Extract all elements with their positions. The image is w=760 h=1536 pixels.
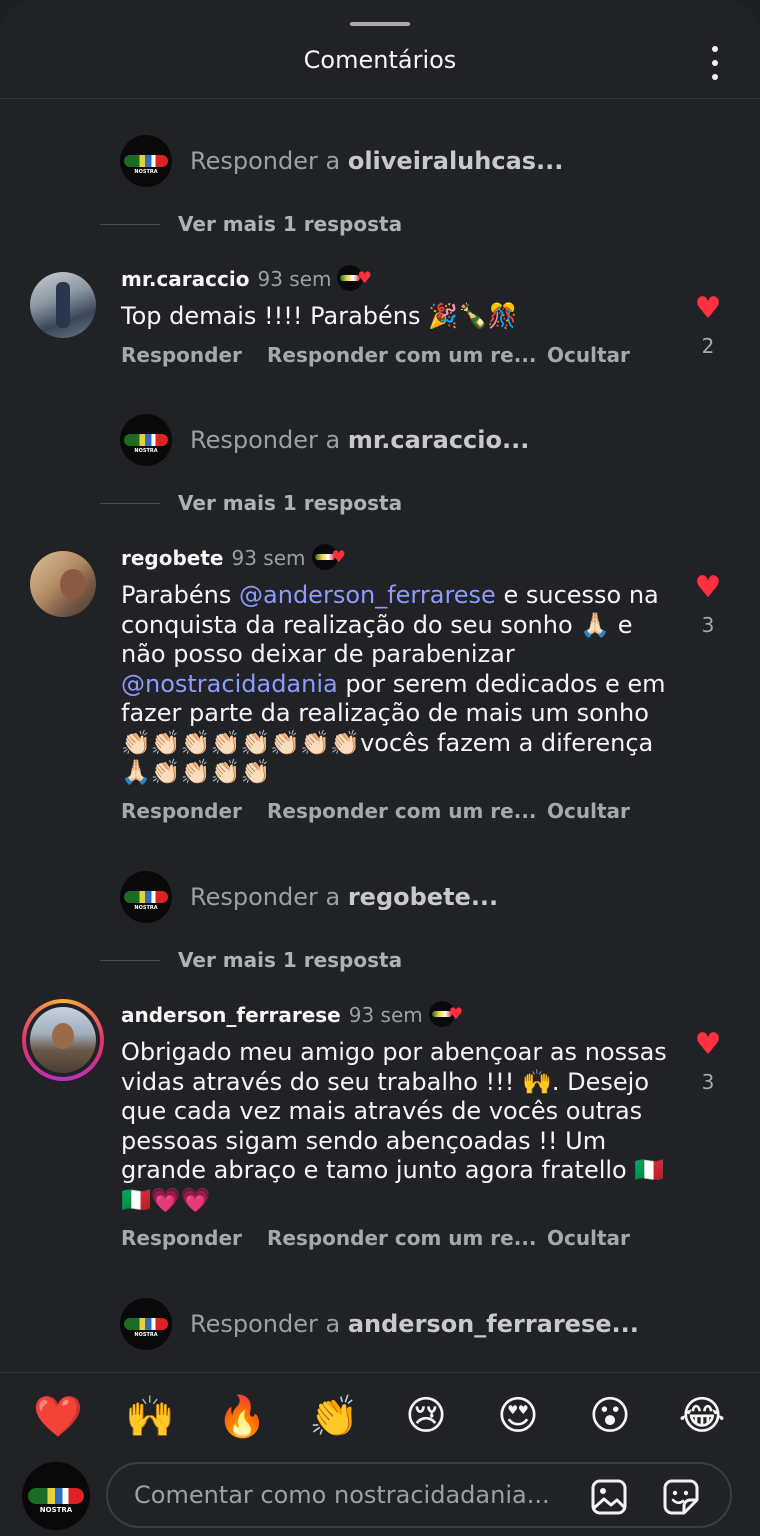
hide-button[interactable]: Ocultar [547, 1226, 630, 1250]
reply-prompt[interactable]: NOSTRA Responder a regobete... [120, 870, 498, 924]
avatar: NOSTRA [120, 871, 172, 923]
reply-prefix: Responder a [190, 883, 348, 911]
reply-prompt[interactable]: NOSTRA Responder a anderson_ferrarese... [120, 1297, 639, 1351]
like-count: 3 [701, 1070, 715, 1094]
heart-emoji-button[interactable]: ❤️ [28, 1393, 88, 1440]
reply-prompt[interactable]: NOSTRA Responder a mr.caraccio... [120, 413, 529, 467]
heart-eyes-emoji-button[interactable]: 😍 [488, 1393, 548, 1439]
comment-time: 93 sem [257, 267, 332, 291]
comment: regobete 93 sem ♥ Parabéns @anderson_fer… [121, 543, 681, 826]
mention-link[interactable]: @nostracidadania [121, 670, 338, 698]
reply-with-reel-button[interactable]: Responder com um re... [267, 799, 547, 823]
comment-username[interactable]: regobete [121, 546, 224, 570]
comment-username[interactable]: anderson_ferrarese [121, 1003, 341, 1027]
avatar[interactable] [30, 272, 96, 338]
divider [0, 98, 760, 99]
drag-handle[interactable] [350, 22, 410, 26]
reply-target: oliveiraluhcas... [347, 147, 564, 175]
comment-input[interactable] [132, 1480, 576, 1510]
reply-button[interactable]: Responder [121, 799, 267, 823]
reply-prefix: Responder a [190, 426, 348, 454]
comment-composer [106, 1462, 732, 1528]
more-options-icon[interactable] [700, 46, 730, 80]
avatar: NOSTRA [120, 414, 172, 466]
raised-hands-emoji-button[interactable]: 🙌 [120, 1393, 180, 1440]
hide-button[interactable]: Ocultar [547, 799, 630, 823]
hide-button[interactable]: Ocultar [547, 343, 630, 367]
surprised-emoji-button[interactable]: 😮 [580, 1393, 640, 1439]
comments-sheet: Comentários NOSTRA Responder a oliveiral… [0, 0, 760, 1536]
heart-icon: ♥ [694, 570, 722, 605]
comment-text: Obrigado meu amigo por abençoar as nossa… [121, 1038, 667, 1214]
avatar: NOSTRA [120, 135, 172, 187]
sticker-icon[interactable] [662, 1478, 700, 1516]
reply-prefix: Responder a [190, 1310, 348, 1338]
quick-reactions: ❤️ 🙌 🔥 👏 😢 😍 😮 😂 [0, 1386, 760, 1446]
view-more-replies[interactable]: Ver mais 1 resposta [100, 488, 402, 518]
page-title: Comentários [303, 46, 457, 74]
fire-emoji-button[interactable]: 🔥 [212, 1393, 272, 1440]
clap-emoji-button[interactable]: 👏 [304, 1393, 364, 1440]
avatar: NOSTRA [22, 1462, 90, 1530]
mention-link[interactable]: @anderson_ferrarese [239, 581, 496, 609]
crying-emoji-button[interactable]: 😢 [396, 1393, 456, 1439]
comment: anderson_ferrarese 93 sem ♥ Obrigado meu… [121, 1000, 681, 1253]
image-icon[interactable] [590, 1478, 628, 1516]
comment-text: Top demais !!!! Parabéns 🎉🍾🎊 [121, 302, 518, 330]
like-button[interactable]: ♥ 3 [690, 570, 726, 638]
reply-prefix: Responder a [190, 147, 348, 175]
reply-prompt[interactable]: NOSTRA Responder a oliveiraluhcas... [120, 134, 563, 188]
comment-username[interactable]: mr.caraccio [121, 267, 249, 291]
reply-button[interactable]: Responder [121, 1226, 267, 1250]
like-count: 2 [701, 334, 715, 358]
reply-target: mr.caraccio... [347, 426, 530, 454]
view-more-replies[interactable]: Ver mais 1 resposta [100, 209, 402, 239]
author-liked-badge: ♥ [337, 265, 377, 293]
comment-time: 93 sem [231, 546, 306, 570]
like-count: 3 [701, 613, 715, 637]
heart-icon: ♥ [694, 291, 722, 326]
reply-with-reel-button[interactable]: Responder com um re... [267, 343, 547, 367]
view-more-replies[interactable]: Ver mais 1 resposta [100, 945, 402, 975]
comment-time: 93 sem [348, 1003, 423, 1027]
reply-with-reel-button[interactable]: Responder com um re... [267, 1226, 547, 1250]
laughing-emoji-button[interactable]: 😂 [672, 1393, 732, 1439]
like-button[interactable]: ♥ 3 [690, 1027, 726, 1095]
comment-text: Parabéns @anderson_ferrarese e sucesso n… [121, 581, 666, 786]
author-liked-badge: ♥ [428, 1001, 469, 1029]
avatar [30, 1007, 96, 1073]
reply-target: regobete... [347, 883, 499, 911]
reply-target: anderson_ferrarese... [347, 1310, 639, 1338]
comment: mr.caraccio 93 sem ♥ Top demais !!!! Par… [121, 264, 681, 370]
like-button[interactable]: ♥ 2 [690, 291, 726, 359]
avatar[interactable] [30, 551, 96, 617]
avatar: NOSTRA [120, 1298, 172, 1350]
reply-button[interactable]: Responder [121, 343, 267, 367]
author-liked-badge: ♥ [311, 544, 352, 572]
avatar-story-ring[interactable] [22, 999, 104, 1081]
heart-icon: ♥ [694, 1027, 722, 1062]
divider [0, 1372, 760, 1373]
